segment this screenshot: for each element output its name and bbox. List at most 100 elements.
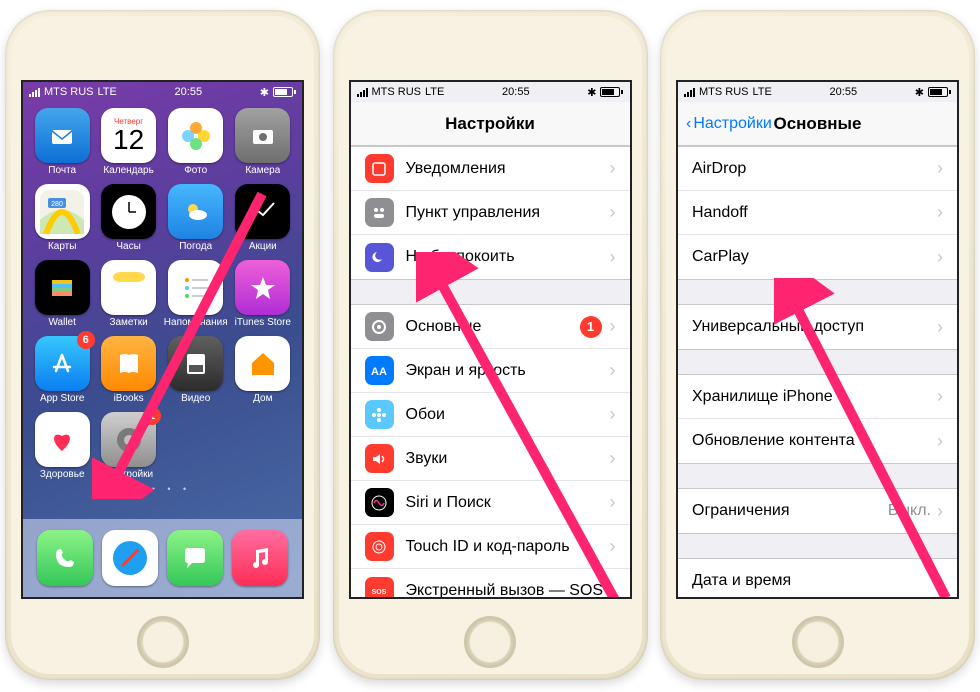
row-label: Ограничения [692, 502, 888, 520]
bluetooth-icon: ✱ [915, 86, 924, 99]
nav-title: Настройки [445, 114, 535, 134]
row-label: Touch ID и код-пароль [406, 538, 610, 556]
notif-icon [365, 154, 394, 183]
app-calendar[interactable]: Четверг12 Календарь [97, 108, 159, 176]
notes-icon [101, 260, 156, 315]
status-bar: MTS RUS LTE 20:55 ✱ [678, 82, 957, 102]
svg-text:AA: AA [371, 366, 387, 378]
app-label: Фото [184, 165, 207, 176]
app-weather[interactable]: Погода [164, 184, 228, 252]
home-button[interactable] [792, 616, 844, 668]
chevron-right-icon: › [610, 536, 616, 557]
settings-row[interactable]: CarPlay › [678, 235, 957, 279]
row-label: Звуки [406, 450, 610, 468]
dock [23, 519, 302, 597]
dock-messages[interactable] [167, 530, 223, 586]
chevron-right-icon: › [610, 581, 616, 598]
row-label: Экран и яркость [406, 362, 610, 380]
sos-icon: SOS [365, 577, 394, 598]
row-label: AirDrop [692, 160, 937, 178]
app-home[interactable]: Дом [232, 336, 294, 404]
signal-icon [684, 87, 695, 97]
siri-icon [365, 488, 394, 517]
phone-frame-2: MTS RUS LTE 20:55 ✱ Настройки Уведомлени… [333, 10, 648, 680]
settings-row[interactable]: AirDrop › [678, 147, 957, 191]
app-maps[interactable]: 280 Карты [31, 184, 93, 252]
wallet-icon [35, 260, 90, 315]
phone-frame-1: MTS RUS LTE 20:55 ✱ Почта Четверг12 Кале… [5, 10, 320, 680]
chevron-right-icon: › [937, 386, 943, 407]
settings-row[interactable]: AA Экран и яркость › [351, 349, 630, 393]
nav-bar: ‹ Настройки Основные [678, 102, 957, 146]
row-label: Обои [406, 406, 610, 424]
settings-row[interactable]: Ограничения Выкл.› [678, 489, 957, 533]
carrier-label: MTS RUS [44, 86, 94, 98]
settings-row[interactable]: SOS Экстренный вызов — SOS › [351, 569, 630, 597]
app-star[interactable]: iTunes Store [232, 260, 294, 328]
app-video[interactable]: Видео [164, 336, 228, 404]
app-health[interactable]: Здоровье [31, 412, 93, 480]
settings-row[interactable]: Универсальный доступ › [678, 305, 957, 349]
row-label: Handoff [692, 204, 937, 222]
app-notes[interactable]: Заметки [97, 260, 159, 328]
app-label: Погода [179, 241, 212, 252]
app-stocks[interactable]: Акции [232, 184, 294, 252]
row-label: Экстренный вызов — SOS [406, 582, 610, 597]
page-indicator[interactable]: ● • • • [23, 484, 302, 494]
battery-icon [273, 87, 296, 97]
back-button[interactable]: ‹ Настройки [686, 115, 772, 133]
nav-bar: Настройки [351, 102, 630, 146]
settings-row[interactable]: Обновление контента › [678, 419, 957, 463]
app-label: Почта [48, 165, 76, 176]
app-label: App Store [40, 393, 84, 404]
back-label: Настройки [693, 115, 771, 133]
status-time: 20:55 [830, 86, 858, 98]
book-icon [101, 336, 156, 391]
carrier-label: MTS RUS [372, 86, 422, 98]
settings-row[interactable]: Handoff › [678, 191, 957, 235]
home-icon [235, 336, 290, 391]
settings-row[interactable]: Звуки › [351, 437, 630, 481]
home-grid: Почта Четверг12 Календарь Фото Камера 28… [23, 102, 302, 480]
settings-row[interactable]: Хранилище iPhone › [678, 375, 957, 419]
dock-safari[interactable] [102, 530, 158, 586]
photos-icon [168, 108, 223, 163]
app-book[interactable]: iBooks [97, 336, 159, 404]
dock-music[interactable] [232, 530, 288, 586]
settings-row[interactable]: Siri и Поиск › [351, 481, 630, 525]
app-camera[interactable]: Камера [232, 108, 294, 176]
app-mail[interactable]: Почта [31, 108, 93, 176]
mail-icon [35, 108, 90, 163]
row-label: CarPlay [692, 248, 937, 266]
home-button[interactable] [137, 616, 189, 668]
settings-row[interactable]: Пункт управления › [351, 191, 630, 235]
app-label: Акции [249, 241, 277, 252]
chevron-right-icon: › [610, 202, 616, 223]
settings-row[interactable]: Touch ID и код-пароль › [351, 525, 630, 569]
settings-list[interactable]: Уведомления › Пункт управления › Не бесп… [351, 146, 630, 597]
network-label: LTE [425, 86, 444, 98]
app-label: iTunes Store [235, 317, 291, 328]
bluetooth-icon: ✱ [260, 86, 269, 99]
settings-row[interactable]: Основные 1› [351, 305, 630, 349]
app-gear[interactable]: 1 Настройки [97, 412, 159, 480]
app-appstore[interactable]: 6 App Store [31, 336, 93, 404]
settings-row[interactable]: Дата и время › [678, 559, 957, 597]
app-label: Календарь [103, 165, 153, 176]
row-value: Выкл. [888, 502, 931, 520]
app-clock[interactable]: Часы [97, 184, 159, 252]
chevron-right-icon: › [610, 448, 616, 469]
app-photos[interactable]: Фото [164, 108, 228, 176]
status-time: 20:55 [502, 86, 530, 98]
dock-phone[interactable] [37, 530, 93, 586]
chevron-right-icon: › [610, 360, 616, 381]
settings-row[interactable]: Не беспокоить › [351, 235, 630, 279]
app-label: Здоровье [40, 469, 85, 480]
settings-row[interactable]: Обои › [351, 393, 630, 437]
settings-row[interactable]: Уведомления › [351, 147, 630, 191]
home-button[interactable] [464, 616, 516, 668]
health-icon [35, 412, 90, 467]
app-wallet[interactable]: Wallet [31, 260, 93, 328]
app-reminders[interactable]: Напоминания [164, 260, 228, 328]
general-list[interactable]: AirDrop › Handoff › CarPlay › Универсаль… [678, 146, 957, 597]
